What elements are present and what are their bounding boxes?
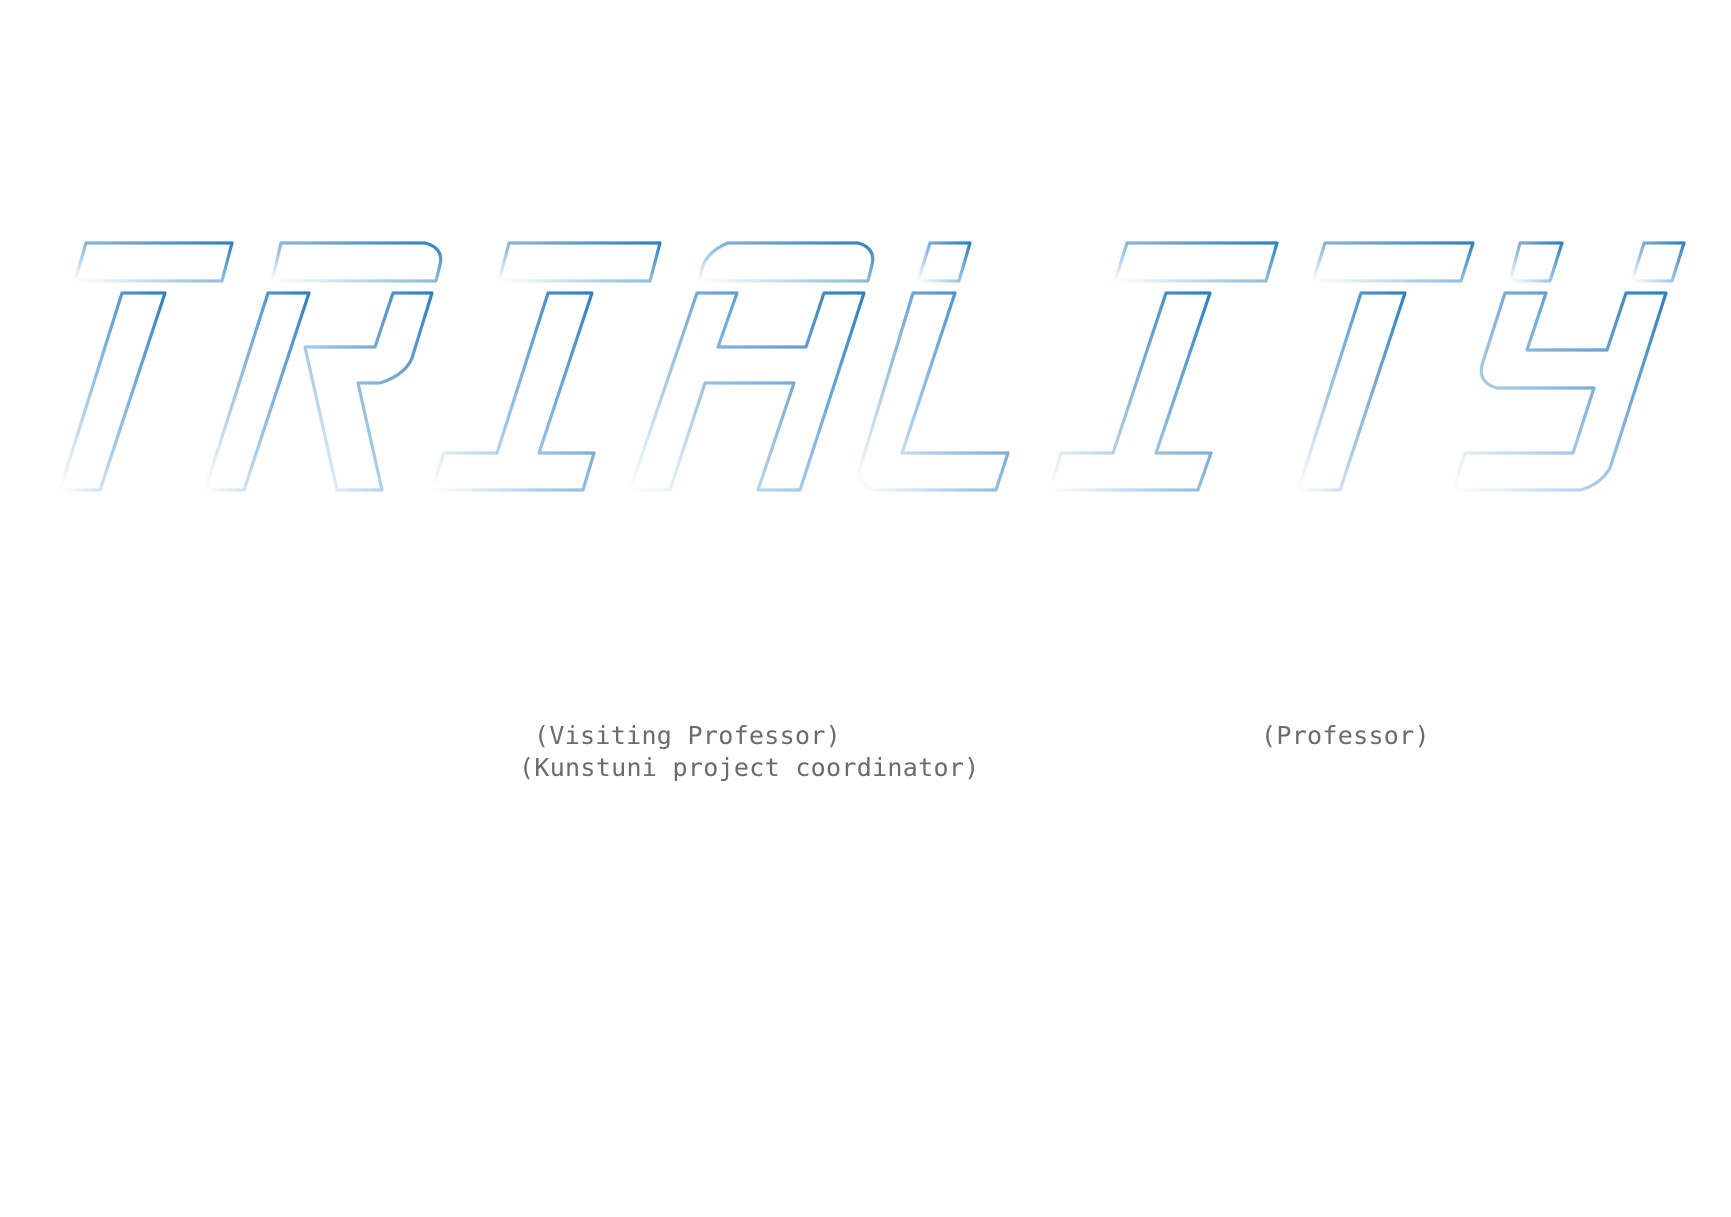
- title-letter-i-2: [1048, 241, 1279, 492]
- triality-title-logo: [58, 241, 1686, 492]
- role-project-coordinator: (Kunstuni project coordinator): [519, 753, 980, 782]
- title-letter-y: [1451, 241, 1686, 492]
- role-professor: (Professor): [1261, 721, 1430, 750]
- title-letter-l: [857, 241, 1010, 492]
- title-letter-i: [430, 241, 662, 492]
- title-letter-t: [58, 241, 234, 492]
- role-visiting-professor: (Visiting Professor): [534, 721, 842, 750]
- title-letter-t-2: [1296, 241, 1475, 492]
- title-letter-r: [203, 241, 443, 492]
- title-letter-a: [628, 241, 875, 492]
